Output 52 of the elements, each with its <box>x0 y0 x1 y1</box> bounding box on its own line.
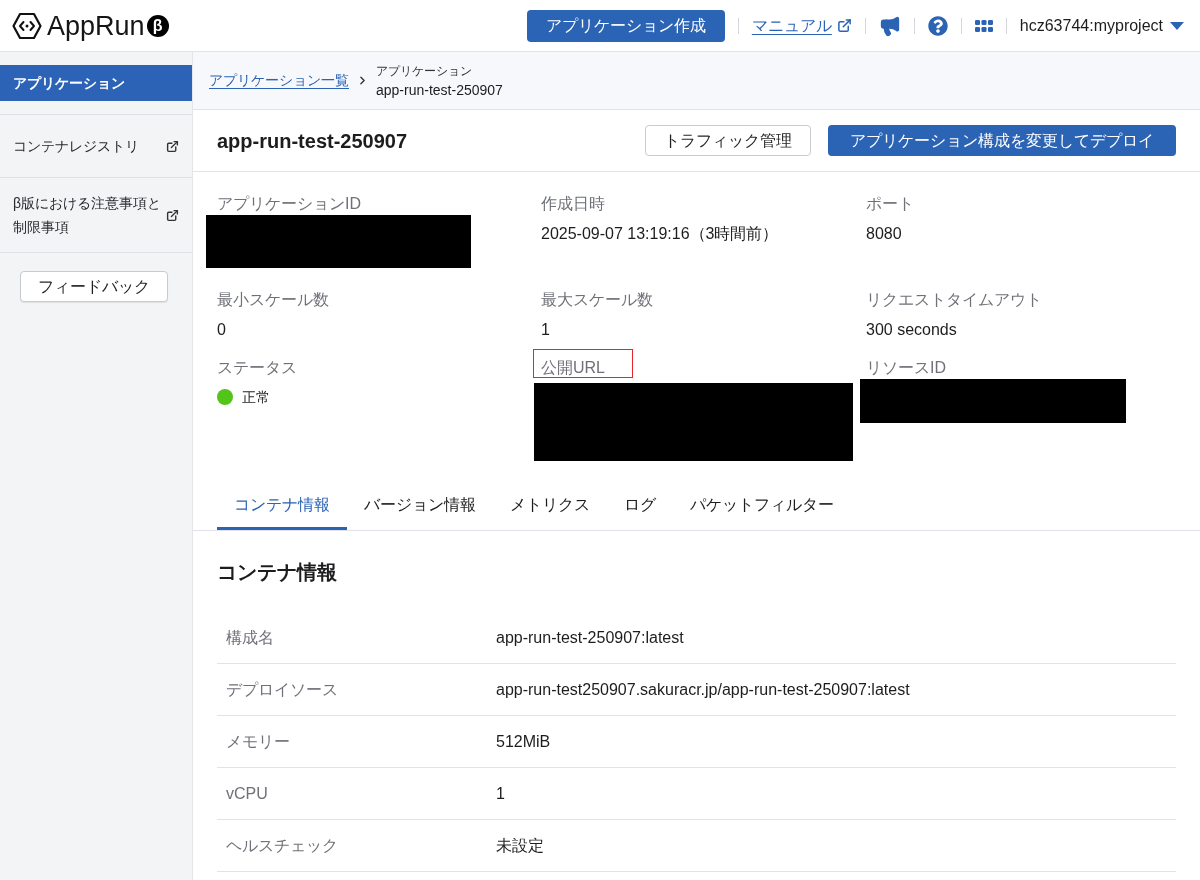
manual-link[interactable]: マニュアル <box>751 13 832 38</box>
field-value: 1 <box>541 320 551 340</box>
tab[interactable]: ログ <box>607 480 673 530</box>
field-label: 最小スケール数 <box>217 290 329 310</box>
beta-badge: β <box>146 14 169 37</box>
page-title: app-run-test-250907 <box>217 128 408 154</box>
feedback-button[interactable]: フィードバック <box>20 271 168 302</box>
external-link-icon <box>836 18 852 33</box>
table-label-cell-text: vCPU <box>225 783 269 804</box>
table-value-cell-text: 512MiB <box>495 731 551 752</box>
status-text: 正常 <box>242 387 270 407</box>
megaphone-icon[interactable] <box>878 14 901 37</box>
deploy-button[interactable]: アプリケーション構成を変更してデプロイ <box>828 125 1176 156</box>
tab[interactable]: コンテナ情報 <box>217 480 347 530</box>
traffic-management-button[interactable]: トラフィック管理 <box>645 125 811 156</box>
caret-icon <box>1170 21 1184 30</box>
field-value: 8080 <box>866 224 903 244</box>
field-label: リソースID <box>866 358 946 378</box>
table-label-cell-text: デプロイソース <box>225 679 339 700</box>
table-label-cell-text: 構成名 <box>225 627 275 648</box>
field-label: アプリケーションID <box>217 194 361 214</box>
field-label: リクエストタイムアウト <box>866 290 1042 310</box>
sidebar-item[interactable]: アプリケーション <box>0 65 192 101</box>
breadcrumb-current-name: app-run-test-250907 <box>376 80 503 100</box>
table-value-cell-text: app-run-test250907.sakuracr.jp/app-run-test-250907:latest <box>495 679 910 700</box>
breadcrumb-current-type: アプリケーション <box>376 62 473 80</box>
field-value: 0 <box>217 320 227 340</box>
table-value-cell-text: app-run-test-250907:latest <box>495 627 684 648</box>
logo-hexagon-icon <box>12 11 42 40</box>
sidebar-item[interactable]: コンテナレジストリ <box>0 128 192 164</box>
tab[interactable]: パケットフィルター <box>673 480 851 530</box>
tab[interactable]: バージョン情報 <box>347 480 493 530</box>
logo-text: AppRun <box>47 9 145 42</box>
sidebar-item[interactable]: β版における注意事項と制限事項 <box>0 191 192 239</box>
breadcrumb-link[interactable]: アプリケーション一覧 <box>209 70 349 91</box>
field-label: ステータス <box>217 358 297 378</box>
account-menu[interactable]: hcz63744:myproject <box>1019 13 1184 38</box>
create-application-button[interactable]: アプリケーション作成 <box>526 9 725 42</box>
table-label-cell-text: ヘルスチェック <box>225 835 339 856</box>
field-label: 公開URL <box>541 358 605 378</box>
table-label-cell-text: メモリー <box>225 731 291 752</box>
app-grid-icon[interactable] <box>974 19 993 32</box>
field-value: 300 seconds <box>866 320 958 340</box>
help-icon[interactable] <box>927 15 948 36</box>
field-label: 作成日時 <box>541 194 605 214</box>
table-value-cell-text: 1 <box>495 783 505 804</box>
tab[interactable]: メトリクス <box>493 480 607 530</box>
field-label: ポート <box>866 194 914 214</box>
table-value-cell-text: 未設定 <box>495 835 544 856</box>
field-label: 最大スケール数 <box>541 290 653 310</box>
section-heading: コンテナ情報 <box>216 560 338 585</box>
field-value: 2025-09-07 13:19:16（3時間前） <box>541 224 780 244</box>
